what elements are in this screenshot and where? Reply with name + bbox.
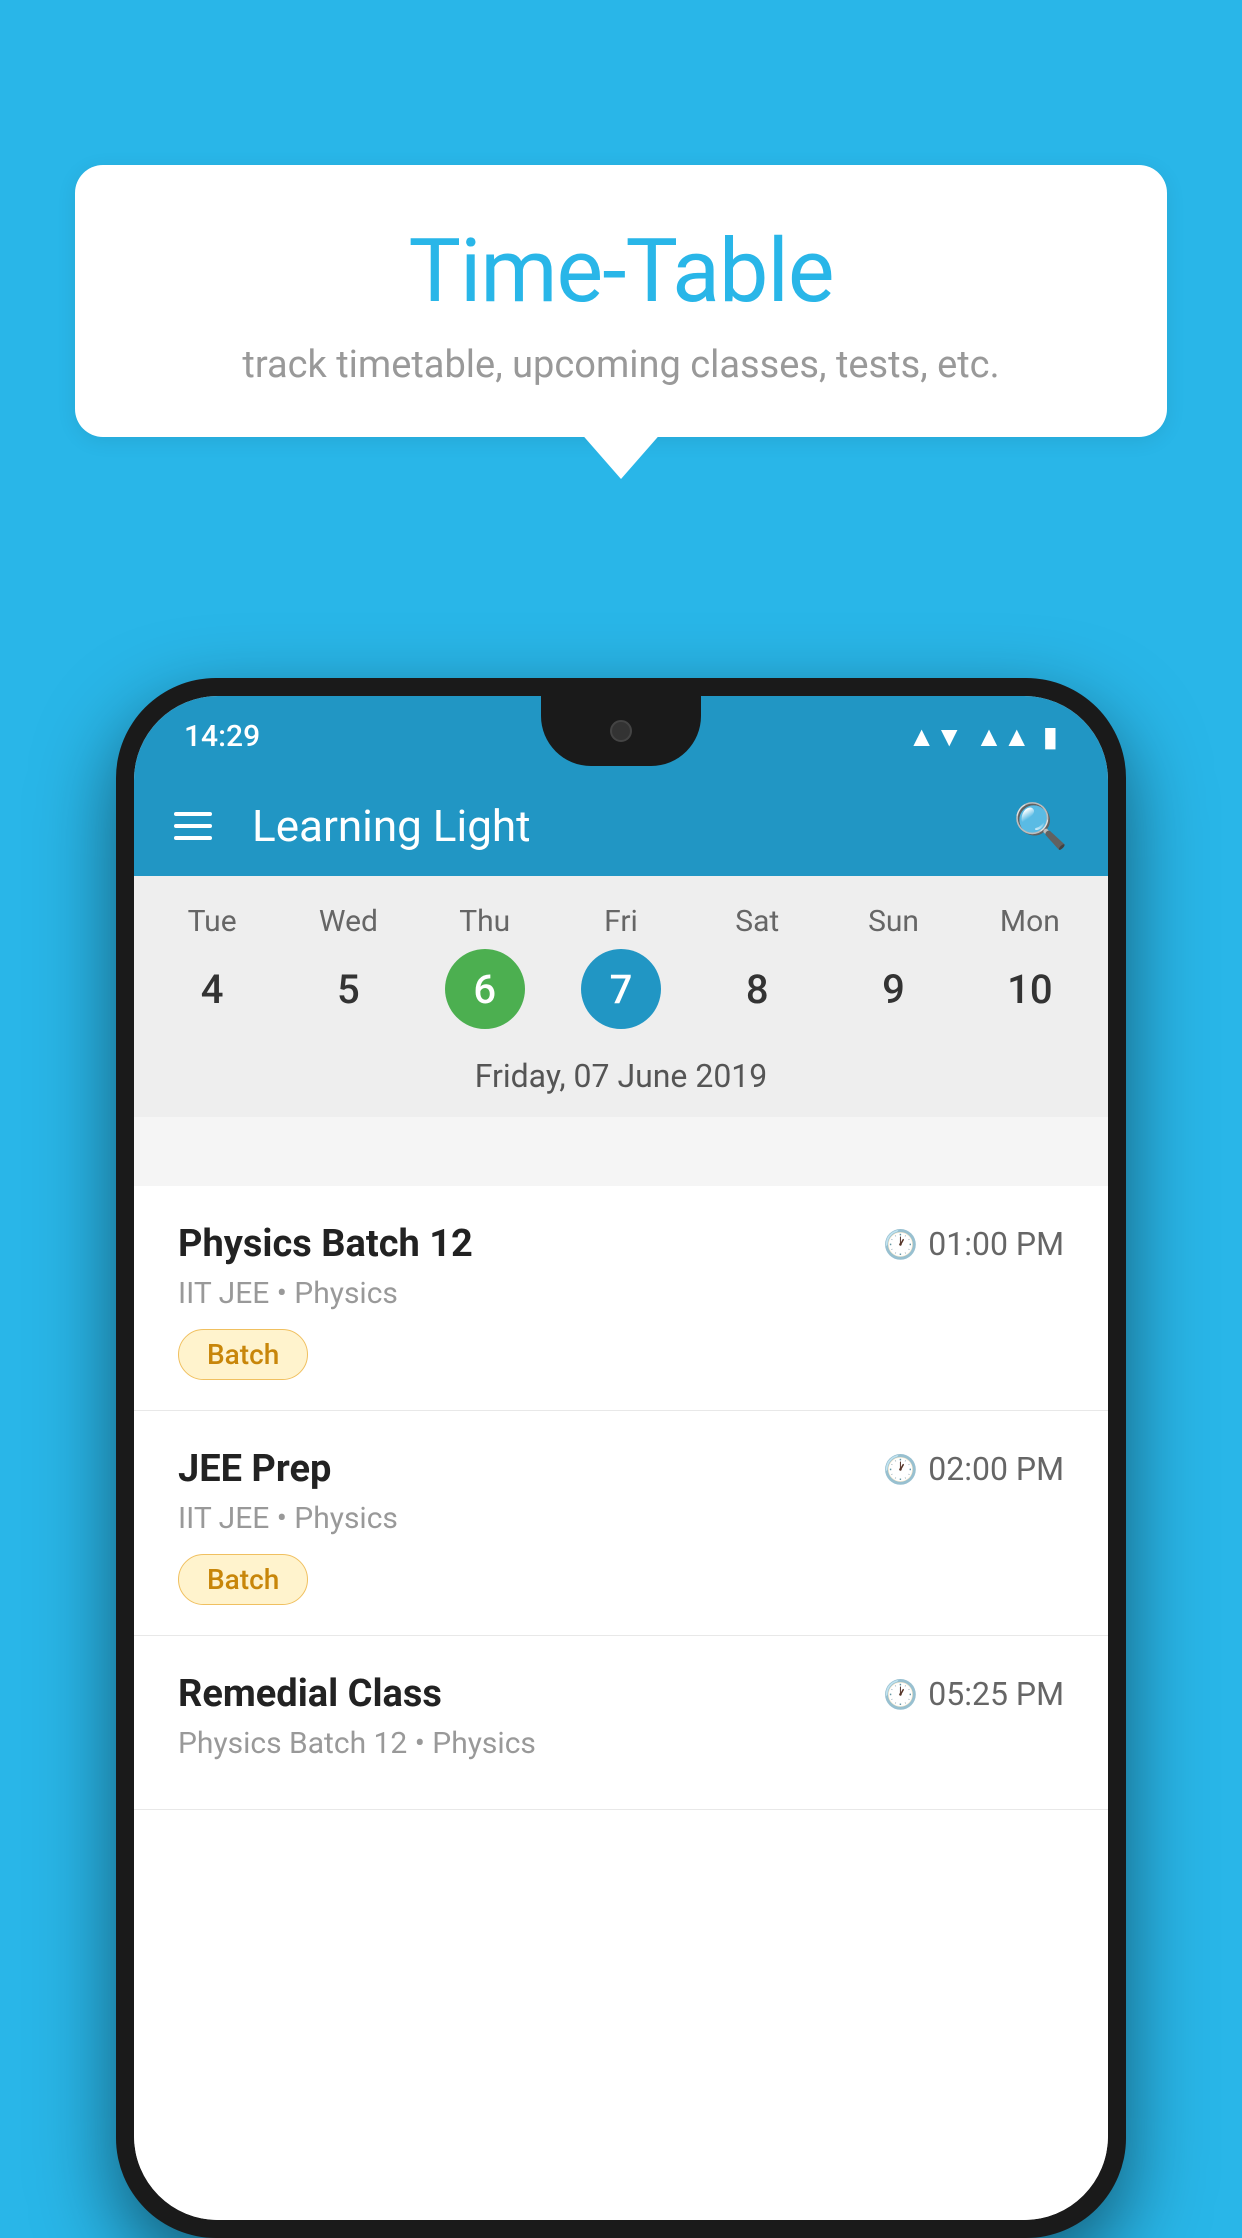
class-list: Physics Batch 12 🕐 01:00 PM IIT JEE • Phys… xyxy=(134,1186,1108,2220)
days-row: Tue 4 Wed 5 Thu 6 Fri 7 Sat 8 Sun 9 Mon 10 xyxy=(144,904,1098,1029)
class-time: 🕐 01:00 PM xyxy=(883,1225,1064,1263)
day-name: Fri xyxy=(604,904,638,939)
class-name: Remedial Class xyxy=(178,1672,442,1716)
day-number[interactable]: 6 xyxy=(445,949,525,1029)
class-time: 🕐 02:00 PM xyxy=(883,1450,1064,1488)
selected-date-label: Friday, 07 June 2019 xyxy=(144,1039,1098,1117)
search-icon[interactable]: 🔍 xyxy=(1013,800,1068,852)
clock-icon: 🕐 xyxy=(883,1678,918,1711)
day-number[interactable]: 5 xyxy=(308,949,388,1029)
day-name: Wed xyxy=(319,904,378,939)
day-col-sat[interactable]: Sat 8 xyxy=(692,904,822,1029)
day-number[interactable]: 9 xyxy=(854,949,934,1029)
class-name: Physics Batch 12 xyxy=(178,1222,473,1266)
class-meta: IIT JEE • Physics xyxy=(178,1276,1064,1311)
day-col-sun[interactable]: Sun 9 xyxy=(829,904,959,1029)
clock-icon: 🕐 xyxy=(883,1228,918,1261)
day-col-fri[interactable]: Fri 7 xyxy=(556,904,686,1029)
class-time: 🕐 05:25 PM xyxy=(883,1675,1064,1713)
app-title: Learning Light xyxy=(252,800,1013,852)
tooltip-subtitle: track timetable, upcoming classes, tests… xyxy=(135,343,1107,387)
battery-icon: ▮ xyxy=(1043,720,1058,753)
notch-cutout xyxy=(541,696,701,766)
batch-badge: Batch xyxy=(178,1329,308,1380)
status-icons: ▲▼ ▲▲ ▮ xyxy=(908,720,1058,753)
day-number[interactable]: 7 xyxy=(581,949,661,1029)
day-name: Tue xyxy=(188,904,237,939)
hamburger-menu-icon[interactable] xyxy=(174,812,212,840)
day-name: Thu xyxy=(459,904,510,939)
day-col-thu[interactable]: Thu 6 xyxy=(420,904,550,1029)
class-item[interactable]: JEE Prep 🕐 02:00 PM IIT JEE • Physics Batch xyxy=(134,1411,1108,1636)
day-name: Sat xyxy=(735,904,779,939)
class-item[interactable]: Physics Batch 12 🕐 01:00 PM IIT JEE • Phys… xyxy=(134,1186,1108,1411)
phone-frame: 14:29 ▲▼ ▲▲ ▮ Learning Light 🔍 xyxy=(116,678,1126,2238)
day-col-wed[interactable]: Wed 5 xyxy=(283,904,413,1029)
day-name: Mon xyxy=(1000,904,1060,939)
class-meta: IIT JEE • Physics xyxy=(178,1501,1064,1536)
signal-icon: ▲▲ xyxy=(975,720,1030,753)
day-number[interactable]: 4 xyxy=(172,949,252,1029)
day-number[interactable]: 8 xyxy=(717,949,797,1029)
day-name: Sun xyxy=(868,904,919,939)
calendar-strip: Tue 4 Wed 5 Thu 6 Fri 7 Sat 8 Sun 9 Mon 10 Friday, 07… xyxy=(134,876,1108,1117)
time-display: 14:29 xyxy=(184,719,260,754)
phone-screen: 14:29 ▲▼ ▲▲ ▮ Learning Light 🔍 xyxy=(134,696,1108,2220)
day-number[interactable]: 10 xyxy=(990,949,1070,1029)
wifi-icon: ▲▼ xyxy=(908,720,963,753)
class-name: JEE Prep xyxy=(178,1447,331,1491)
batch-badge: Batch xyxy=(178,1554,308,1605)
app-bar: Learning Light 🔍 xyxy=(134,776,1108,876)
tooltip-title: Time-Table xyxy=(135,220,1107,323)
tooltip-card: Time-Table track timetable, upcoming cla… xyxy=(75,165,1167,437)
day-col-mon[interactable]: Mon 10 xyxy=(965,904,1095,1029)
class-item[interactable]: Remedial Class 🕐 05:25 PM Physics Batch 12… xyxy=(134,1636,1108,1810)
camera-dot xyxy=(610,720,632,742)
clock-icon: 🕐 xyxy=(883,1453,918,1486)
day-col-tue[interactable]: Tue 4 xyxy=(147,904,277,1029)
class-meta: Physics Batch 12 • Physics xyxy=(178,1726,1064,1761)
